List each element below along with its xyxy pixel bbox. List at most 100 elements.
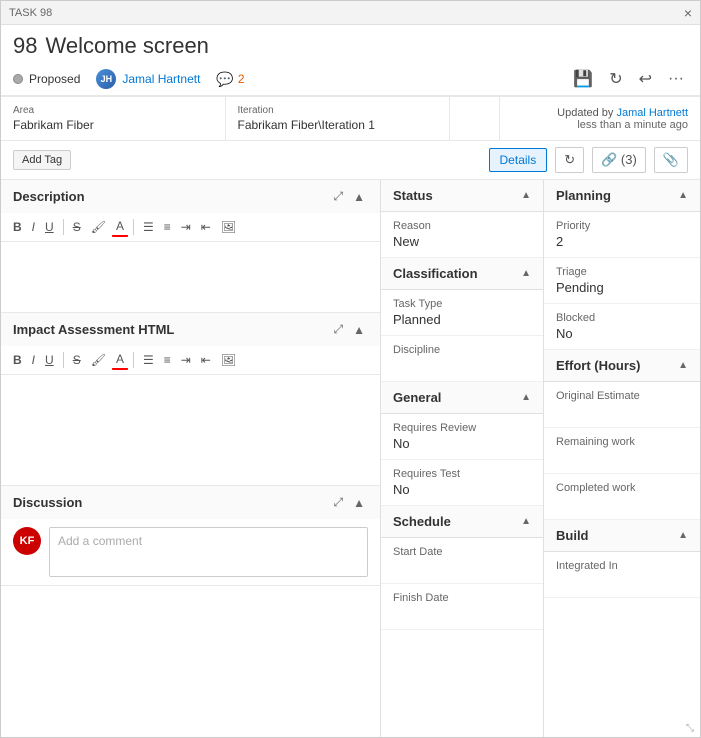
integrated-in-value[interactable] bbox=[556, 574, 688, 589]
close-button[interactable]: × bbox=[684, 5, 692, 21]
status-dot bbox=[13, 74, 23, 84]
status-badge[interactable]: Proposed bbox=[13, 72, 80, 86]
impact-expand-btn[interactable]: ⤢ bbox=[331, 321, 347, 338]
build-section-header[interactable]: Build ▲ bbox=[544, 520, 700, 552]
start-date-value[interactable] bbox=[393, 560, 531, 575]
description-collapse-btn[interactable]: ▲ bbox=[350, 188, 368, 205]
main-window: TASK 98 × 98 Welcome screen Proposed JH … bbox=[0, 0, 701, 738]
impact-header[interactable]: Impact Assessment HTML ⤢ ▲ bbox=[1, 313, 380, 346]
toolbar-image[interactable]: 🖼 bbox=[217, 217, 240, 237]
undo-button[interactable]: ↩ bbox=[635, 67, 656, 91]
general-header[interactable]: General ▲ bbox=[381, 382, 543, 414]
assignee-field[interactable]: JH Jamal Hartnett bbox=[96, 69, 200, 89]
reason-label: Reason bbox=[393, 220, 531, 232]
finish-date-label: Finish Date bbox=[393, 592, 531, 604]
comment-user-avatar: KF bbox=[13, 527, 41, 555]
iteration-value[interactable]: Fabrikam Fiber\Iteration 1 bbox=[238, 118, 438, 132]
impact-toolbar-italic[interactable]: I bbox=[28, 350, 39, 370]
integrated-in-field: Integrated In bbox=[544, 552, 700, 598]
toolbar-italic[interactable]: I bbox=[28, 217, 39, 237]
toolbar-strike[interactable]: S bbox=[69, 217, 85, 237]
discussion-header[interactable]: Discussion ⤢ ▲ bbox=[1, 486, 380, 519]
impact-toolbar-ul[interactable]: ☰ bbox=[139, 350, 158, 370]
blocked-value[interactable]: No bbox=[556, 326, 688, 341]
discipline-value[interactable] bbox=[393, 358, 531, 373]
completed-work-label: Completed work bbox=[556, 482, 688, 494]
description-editor[interactable] bbox=[1, 242, 380, 312]
description-header[interactable]: Description ⤢ ▲ bbox=[1, 180, 380, 213]
resize-handle[interactable]: ⤡ bbox=[686, 723, 698, 735]
requires-test-label: Requires Test bbox=[393, 468, 531, 480]
status-column: Status ▲ Reason New Classification ▲ Tas… bbox=[381, 180, 544, 737]
effort-section-header[interactable]: Effort (Hours) ▲ bbox=[544, 350, 700, 382]
toolbar-ul[interactable]: ☰ bbox=[139, 217, 158, 237]
impact-toolbar-paint[interactable]: 🖌 bbox=[87, 350, 110, 370]
requires-test-value[interactable]: No bbox=[393, 482, 531, 497]
status-section-header[interactable]: Status ▲ bbox=[381, 180, 543, 212]
finish-date-field: Finish Date bbox=[381, 584, 543, 630]
triage-value[interactable]: Pending bbox=[556, 280, 688, 295]
discussion-collapse-btn[interactable]: ▲ bbox=[350, 494, 368, 511]
classification-header[interactable]: Classification ▲ bbox=[381, 258, 543, 290]
impact-toolbar-bold[interactable]: B bbox=[9, 350, 26, 370]
toolbar-ol[interactable]: ≡ bbox=[160, 217, 175, 237]
refresh-button[interactable]: ↻ bbox=[605, 67, 626, 91]
completed-work-value[interactable] bbox=[556, 496, 688, 511]
tab-links-btn[interactable]: 🔗 (3) bbox=[592, 147, 646, 173]
task-title: Welcome screen bbox=[45, 33, 208, 59]
impact-toolbar-strike[interactable]: S bbox=[69, 350, 85, 370]
more-button[interactable]: ··· bbox=[664, 67, 688, 91]
toolbar-bold[interactable]: B bbox=[9, 217, 26, 237]
finish-date-value[interactable] bbox=[393, 606, 531, 621]
impact-toolbar-outdent[interactable]: ⇤ bbox=[197, 350, 215, 370]
task-type-value[interactable]: Planned bbox=[393, 312, 531, 327]
tab-history-btn[interactable]: ↻ bbox=[555, 147, 584, 173]
impact-toolbar-indent[interactable]: ⇥ bbox=[177, 350, 195, 370]
toolbar-underline[interactable]: U bbox=[41, 217, 58, 237]
effort-section-title: Effort (Hours) bbox=[556, 358, 641, 373]
tab-details[interactable]: Details bbox=[489, 148, 548, 172]
discussion-body: KF Add a comment bbox=[1, 519, 380, 585]
impact-editor[interactable] bbox=[1, 375, 380, 485]
status-section-title: Status bbox=[393, 188, 433, 203]
schedule-collapse-icon: ▲ bbox=[521, 516, 531, 527]
original-estimate-label: Original Estimate bbox=[556, 390, 688, 402]
assignee-name: Jamal Hartnett bbox=[122, 72, 200, 86]
area-value[interactable]: Fabrikam Fiber bbox=[13, 118, 213, 132]
discussion-section: Discussion ⤢ ▲ KF Add a comment bbox=[1, 486, 380, 586]
impact-toolbar-font-color[interactable]: A bbox=[112, 350, 128, 370]
tab-attachments-btn[interactable]: 📎 bbox=[654, 147, 688, 173]
description-expand-btn[interactable]: ⤢ bbox=[331, 188, 347, 205]
comment-input[interactable]: Add a comment bbox=[49, 527, 368, 577]
avatar: JH bbox=[96, 69, 116, 89]
toolbar-font-color[interactable]: A bbox=[112, 217, 128, 237]
planning-section-header[interactable]: Planning ▲ bbox=[544, 180, 700, 212]
toolbar-indent[interactable]: ⇥ bbox=[177, 217, 195, 237]
impact-toolbar-ol[interactable]: ≡ bbox=[160, 350, 175, 370]
completed-work-field: Completed work bbox=[544, 474, 700, 520]
schedule-header[interactable]: Schedule ▲ bbox=[381, 506, 543, 538]
add-tag-button[interactable]: Add Tag bbox=[13, 150, 71, 170]
reason-value[interactable]: New bbox=[393, 234, 531, 249]
impact-toolbar-underline[interactable]: U bbox=[41, 350, 58, 370]
toolbar-paint[interactable]: 🖌 bbox=[87, 217, 110, 237]
toolbar-outdent[interactable]: ⇤ bbox=[197, 217, 215, 237]
left-panel: Description ⤢ ▲ B I U S 🖌 A ☰ ≡ bbox=[1, 180, 381, 737]
status-label: Proposed bbox=[29, 72, 80, 86]
updated-by-link[interactable]: Jamal Hartnett bbox=[616, 107, 688, 119]
description-toolbar: B I U S 🖌 A ☰ ≡ ⇥ ⇤ 🖼 bbox=[1, 213, 380, 242]
classification-collapse-icon: ▲ bbox=[521, 268, 531, 279]
impact-collapse-btn[interactable]: ▲ bbox=[350, 321, 368, 338]
iteration-section: Iteration Fabrikam Fiber\Iteration 1 bbox=[226, 97, 451, 140]
priority-value[interactable]: 2 bbox=[556, 234, 688, 249]
discipline-field: Discipline bbox=[381, 336, 543, 382]
discussion-expand-btn[interactable]: ⤢ bbox=[331, 494, 347, 511]
requires-review-value[interactable]: No bbox=[393, 436, 531, 451]
impact-toolbar-image[interactable]: 🖼 bbox=[217, 350, 240, 370]
original-estimate-value[interactable] bbox=[556, 404, 688, 419]
blocked-field: Blocked No bbox=[544, 304, 700, 350]
remaining-work-value[interactable] bbox=[556, 450, 688, 465]
save-button[interactable]: 💾 bbox=[569, 67, 597, 91]
comment-count[interactable]: 💬 2 bbox=[216, 71, 244, 88]
description-section: Description ⤢ ▲ B I U S 🖌 A ☰ ≡ bbox=[1, 180, 380, 313]
